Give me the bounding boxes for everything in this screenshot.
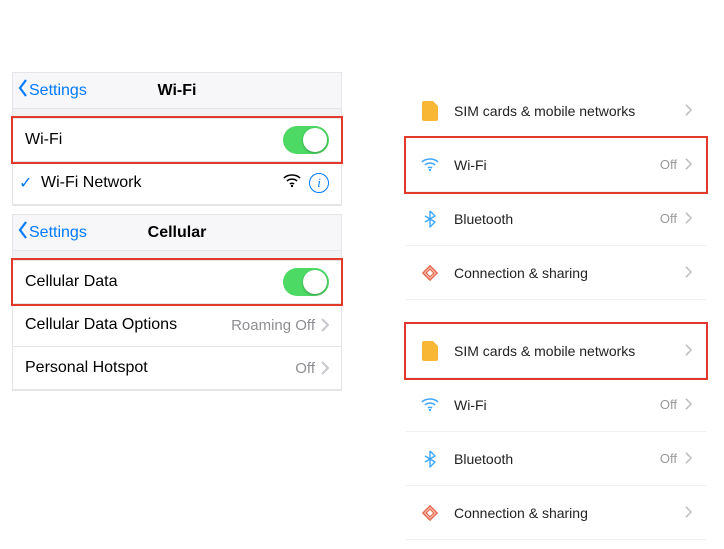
- connection-sharing-row[interactable]: Connection & sharing: [406, 246, 706, 300]
- cellular-options-value: Roaming Off: [231, 317, 315, 334]
- info-icon[interactable]: i: [309, 173, 329, 193]
- ios-wifi-list: Wi-Fi ✓ Wi-Fi Network i: [13, 109, 341, 205]
- row-value: Off: [660, 157, 677, 172]
- wifi-icon: [416, 158, 444, 172]
- chevron-right-icon: [321, 361, 329, 375]
- personal-hotspot-row[interactable]: Personal Hotspot Off: [13, 346, 341, 390]
- row-label: Wi-Fi: [454, 397, 660, 413]
- row-label: Wi-Fi: [454, 157, 660, 173]
- toggle-switch[interactable]: [283, 268, 329, 296]
- sim-cards-row[interactable]: SIM cards & mobile networks: [406, 84, 706, 138]
- back-label: Settings: [29, 82, 87, 100]
- wifi-network-label: Wi-Fi Network: [41, 174, 283, 192]
- chevron-right-icon: [685, 211, 692, 227]
- share-icon: [416, 264, 444, 282]
- row-label: Connection & sharing: [454, 505, 685, 521]
- chevron-right-icon: [685, 157, 692, 173]
- wifi-row[interactable]: Wi-Fi Off: [406, 138, 706, 192]
- back-button[interactable]: Settings: [13, 220, 87, 245]
- ios-wifi-header: Settings Wi-Fi: [13, 73, 341, 109]
- chevron-right-icon: [321, 318, 329, 332]
- chevron-right-icon: [685, 343, 692, 359]
- chevron-right-icon: [685, 451, 692, 467]
- sim-card-icon: [416, 101, 444, 121]
- ios-cell-header: Settings Cellular: [13, 215, 341, 251]
- row-label: Connection & sharing: [454, 265, 685, 281]
- row-value: Off: [660, 397, 677, 412]
- row-label: Bluetooth: [454, 451, 660, 467]
- wifi-row[interactable]: Wi-Fi Off: [406, 378, 706, 432]
- row-value: Off: [660, 211, 677, 226]
- back-label: Settings: [29, 224, 87, 242]
- bluetooth-row[interactable]: Bluetooth Off: [406, 192, 706, 246]
- checkmark-icon: ✓: [19, 173, 32, 193]
- android-settings-panel-top: SIM cards & mobile networks Wi-Fi Off Bl…: [406, 84, 706, 300]
- bluetooth-icon: [416, 210, 444, 228]
- chevron-right-icon: [685, 505, 692, 521]
- cellular-data-toggle-row[interactable]: Cellular Data: [13, 260, 341, 304]
- chevron-right-icon: [685, 397, 692, 413]
- row-label: SIM cards & mobile networks: [454, 103, 685, 119]
- toggle-switch[interactable]: [283, 126, 329, 154]
- bluetooth-row[interactable]: Bluetooth Off: [406, 432, 706, 486]
- row-label: SIM cards & mobile networks: [454, 343, 685, 359]
- chevron-right-icon: [685, 103, 692, 119]
- android-settings-panel-bottom: SIM cards & mobile networks Wi-Fi Off Bl…: [406, 324, 706, 540]
- ios-cell-list: Cellular Data Cellular Data Options Roam…: [13, 251, 341, 390]
- ios-cellular-panel: Settings Cellular Cellular Data Cellular…: [12, 214, 342, 391]
- sim-cards-row[interactable]: SIM cards & mobile networks: [406, 324, 706, 378]
- wifi-network-row[interactable]: ✓ Wi-Fi Network i: [13, 161, 341, 205]
- hotspot-label: Personal Hotspot: [25, 359, 295, 377]
- ios-wifi-panel: Settings Wi-Fi Wi-Fi ✓ Wi-Fi Network i: [12, 72, 342, 206]
- bluetooth-icon: [416, 450, 444, 468]
- sim-card-icon: [416, 341, 444, 361]
- wifi-toggle-label: Wi-Fi: [25, 131, 283, 149]
- row-label: Bluetooth: [454, 211, 660, 227]
- cellular-data-options-row[interactable]: Cellular Data Options Roaming Off: [13, 303, 341, 347]
- chevron-left-icon: [17, 220, 29, 245]
- chevron-right-icon: [685, 265, 692, 281]
- hotspot-value: Off: [295, 360, 315, 377]
- wifi-toggle-row[interactable]: Wi-Fi: [13, 118, 341, 162]
- cellular-options-label: Cellular Data Options: [25, 316, 231, 334]
- cellular-data-label: Cellular Data: [25, 273, 283, 291]
- back-button[interactable]: Settings: [13, 78, 87, 103]
- wifi-signal-icon: [283, 174, 301, 193]
- wifi-icon: [416, 398, 444, 412]
- share-icon: [416, 504, 444, 522]
- chevron-left-icon: [17, 78, 29, 103]
- connection-sharing-row[interactable]: Connection & sharing: [406, 486, 706, 540]
- row-value: Off: [660, 451, 677, 466]
